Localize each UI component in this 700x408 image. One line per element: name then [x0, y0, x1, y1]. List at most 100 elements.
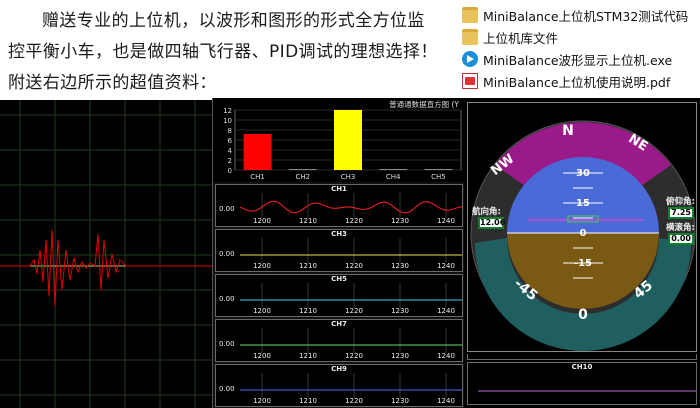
strip-trace [240, 200, 462, 214]
bar-chart-title-suffix: (Y [451, 100, 459, 109]
bar-category-label: CH3 [341, 173, 356, 181]
strip-title: CH1 [331, 185, 347, 193]
strip-ticks: 1200 1210 1220 1230 1240 [240, 397, 462, 406]
bar-category-label: CH2 [295, 173, 310, 181]
strip-zero-label: 0.00 [219, 295, 235, 303]
bar-ch1 [243, 134, 272, 170]
bar-ch3 [334, 110, 362, 170]
strip-tick-label: 1200 [253, 397, 271, 405]
strip-zero-label: 0.00 [219, 385, 235, 393]
bar-ch2 [288, 169, 317, 170]
strip-ch1: CH1 0.00 1200 1210 1220 1230 1240 [215, 184, 463, 227]
oscilloscope-view [0, 100, 212, 408]
strip-zero-label: 0.00 [219, 205, 235, 213]
strip-plot [240, 283, 462, 308]
strip-title: CH3 [331, 230, 347, 238]
heading-value: 12.06 [478, 217, 506, 229]
bar-category-label: CH1 [250, 173, 265, 181]
strip-ch3: CH3 0.00 1200 1210 1220 1230 1240 [215, 229, 463, 272]
strip-tick-label: 1230 [391, 262, 409, 270]
strip-tick-label: 1220 [345, 217, 363, 225]
strip-tick-label: 1230 [391, 352, 409, 360]
strip-plot [240, 238, 462, 263]
strip-tick-label: 1240 [437, 397, 455, 405]
strip-title: CH5 [331, 275, 347, 283]
strip-plot [240, 373, 462, 398]
strip-tick-label: 1220 [345, 397, 363, 405]
strip-tick-label: 1200 [253, 217, 271, 225]
bar-chart: 121086420CH1 CH2 CH3 CH4 CH5 [223, 107, 462, 181]
roll-label: 横滚角: [666, 223, 695, 233]
strip-title: CH9 [331, 365, 347, 373]
strip-tick-label: 1230 [391, 397, 409, 405]
strip-tick-label: 1200 [253, 262, 271, 270]
strip-tick-label: 1230 [391, 307, 409, 315]
channel-panel: 普通通数据直方图 (Y 12 10 8 6 4 2 0 CH1 CH2 CH3 CH4 CH5 CH1… [212, 98, 465, 408]
strip-tick-label: 1240 [437, 307, 455, 315]
strip-tick-label: 1220 [345, 352, 363, 360]
bar-ytick-label: 0 [228, 167, 232, 175]
bar-ch4 [379, 169, 408, 170]
strip-ticks: 1200 1210 1220 1230 1240 [240, 307, 462, 316]
pitch-label-30: 30 [576, 168, 590, 179]
bar-ytick-label: 8 [228, 127, 232, 135]
strip-tick-label: 1200 [253, 307, 271, 315]
attitude-indicator: 30 15 0 -15 N NW NE -45 0 45 航向角: 12.06 … [467, 102, 697, 352]
strip-tick-label: 1230 [391, 217, 409, 225]
pitch-label-0: 0 [580, 228, 587, 239]
strip-ticks: 1200 1210 1220 1230 1240 [240, 262, 462, 271]
strip-tick-label: 1220 [345, 307, 363, 315]
pitch-label: 俯仰角: [666, 197, 695, 207]
pitch-value: 7.25 [668, 207, 694, 219]
bar-category-label: CH5 [431, 173, 446, 181]
attitude-panel: 30 15 0 -15 N NW NE -45 0 45 航向角: 12.06 … [464, 98, 700, 408]
strip-plot [240, 193, 462, 218]
promo-line-2: 控平衡小车，也是做四轴飞行器、PID调试的理想选择！ [8, 42, 438, 62]
strip-tick-label: 1210 [299, 262, 317, 270]
bar-chart-title: 普通通数据直方图 [389, 100, 450, 109]
file-item-lib[interactable]: 上位机库文件 [462, 26, 700, 48]
strip-ch7: CH7 0.00 1200 1210 1220 1230 1240 [215, 319, 463, 362]
roll-value: 0.00 [668, 233, 694, 245]
strip-zero-label: 0.00 [219, 340, 235, 348]
bar-ytick-label: 4 [228, 147, 233, 155]
strip-tick-label: 1240 [437, 262, 455, 270]
pitch-label-minus15: -15 [574, 258, 592, 269]
strip-tick-label: 1210 [299, 397, 317, 405]
strip-ch9: CH9 0.00 1200 1210 1220 1230 1240 [215, 364, 463, 407]
strip-tick-label: 1200 [253, 352, 271, 360]
bar-ytick-label: 6 [228, 137, 233, 145]
promo-line-1: 赠送专业的上位机，以波形和图形的形式全方位监 [42, 11, 425, 31]
file-item-code[interactable]: MiniBalance上位机STM32测试代码 [462, 4, 700, 26]
strip-plot [240, 328, 462, 353]
strip-ticks: 1200 1210 1220 1230 1240 [240, 352, 462, 361]
file-item-exe[interactable]: MiniBalance波形显示上位机.exe [462, 48, 700, 70]
strip-title: CH7 [331, 320, 347, 328]
bar-ch5 [424, 169, 453, 170]
folder-icon [462, 29, 478, 45]
promo-text: 赠送专业的上位机，以波形和图形的形式全方位监 控平衡小车，也是做四轴飞行器、PI… [8, 6, 458, 99]
strip-tick-label: 1210 [299, 352, 317, 360]
oscilloscope-trace [0, 229, 212, 307]
oscilloscope-plot [0, 100, 212, 408]
strip-ticks: 1200 1210 1220 1230 1240 [240, 217, 462, 226]
strip-tick-label: 1210 [299, 307, 317, 315]
folder-icon [462, 7, 478, 23]
roll-label-0: 0 [578, 307, 588, 323]
promo-line-3: 附送右边所示的超值资料： [8, 73, 217, 93]
compass-n: N [562, 123, 574, 139]
exe-icon [462, 51, 478, 67]
file-list: MiniBalance上位机STM32测试代码 上位机库文件 MiniBalan… [462, 4, 700, 92]
file-name: MiniBalance波形显示上位机.exe [483, 52, 673, 68]
file-item-pdf[interactable]: MiniBalance上位机使用说明.pdf [462, 70, 700, 92]
right-strip-ch10: CH10 [467, 362, 697, 405]
pitch-label-15: 15 [576, 198, 590, 209]
strip-tick-label: 1210 [299, 217, 317, 225]
strip-tick-label: 1220 [345, 262, 363, 270]
file-name: MiniBalance上位机使用说明.pdf [483, 74, 671, 90]
bar-ytick-label: 2 [228, 157, 232, 165]
bar-category-label: CH4 [386, 173, 401, 181]
bar-ytick-label: 10 [223, 117, 232, 125]
strip-zero-label: 0.00 [219, 250, 235, 258]
strip-ch5: CH5 0.00 1200 1210 1220 1230 1240 [215, 274, 463, 317]
